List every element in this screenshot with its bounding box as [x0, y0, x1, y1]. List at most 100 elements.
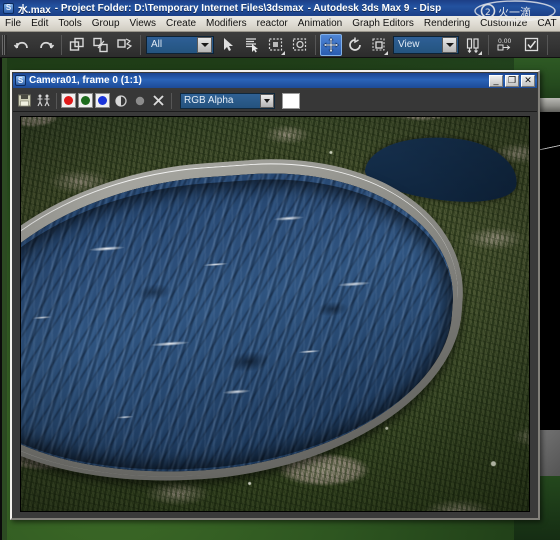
green-channel-icon — [81, 96, 90, 105]
enable-green-channel-button[interactable] — [78, 93, 93, 108]
menu-item-modifiers[interactable]: Modifiers — [201, 16, 252, 31]
menu-item-reactor[interactable]: reactor — [252, 16, 293, 31]
chevron-down-icon[interactable] — [442, 36, 457, 53]
monochrome-button[interactable] — [131, 92, 148, 109]
flyout-indicator-icon — [281, 50, 285, 55]
rendered-image-panel — [14, 114, 536, 516]
gray-circle-icon — [135, 96, 144, 105]
unlink-selection-button[interactable] — [90, 34, 112, 56]
enable-blue-channel-button[interactable] — [95, 93, 110, 108]
menu-item-graph-editors[interactable]: Graph Editors — [347, 16, 419, 31]
app-title-product: - Autodesk 3ds Max 9 — [307, 2, 410, 14]
rendered-frame-window-title-bar[interactable]: S Camera01, frame 0 (1:1) _ ❐ ✕ — [13, 73, 537, 88]
percent-snap-toggle-button[interactable]: 0.00 — [493, 34, 519, 56]
minimize-button[interactable]: _ — [489, 74, 503, 87]
select-and-scale-button[interactable] — [368, 34, 390, 56]
maximize-button[interactable]: ❐ — [505, 74, 519, 87]
rfw-separator-2 — [171, 92, 172, 109]
bind-to-space-warp-button[interactable] — [114, 34, 136, 56]
redo-arrow-icon — [40, 41, 55, 49]
coordinate-system-value: View — [398, 39, 420, 50]
menu-item-tools[interactable]: Tools — [53, 16, 86, 31]
rendered-frame-window[interactable]: S Camera01, frame 0 (1:1) _ ❐ ✕ RGB Alph… — [10, 70, 540, 520]
red-channel-icon — [64, 96, 73, 105]
rendered-image-frame[interactable] — [20, 116, 530, 512]
select-and-link-button[interactable] — [66, 34, 88, 56]
rendered-frame-window-toolbar: RGB Alpha — [13, 90, 537, 112]
coordinate-system-combo[interactable]: View — [393, 35, 459, 54]
toolbar-separator-2 — [140, 34, 141, 55]
select-object-button[interactable] — [217, 34, 239, 56]
menu-item-customize[interactable]: Customize — [475, 16, 532, 31]
menu-item-views[interactable]: Views — [125, 16, 162, 31]
channel-display-value: RGB Alpha — [184, 95, 234, 106]
menu-item-edit[interactable]: Edit — [26, 16, 53, 31]
rendered-image[interactable] — [21, 117, 529, 511]
select-by-name-icon — [246, 37, 258, 52]
toolbar-separator-3 — [315, 34, 316, 55]
save-bitmap-button[interactable] — [16, 92, 33, 109]
max-app-icon[interactable]: S — [3, 2, 14, 14]
menu-item-group[interactable]: Group — [87, 16, 125, 31]
select-by-name-button[interactable] — [241, 34, 263, 56]
rotate-gizmo-icon — [349, 37, 361, 51]
snap-value-label: 0.00 — [498, 38, 512, 45]
close-button[interactable]: ✕ — [521, 74, 535, 87]
rectangular-select-region-button[interactable] — [265, 34, 287, 56]
menu-item-file[interactable]: File — [0, 16, 26, 31]
clone-rendered-frame-window-button[interactable] — [35, 92, 52, 109]
window-crossing-button[interactable] — [289, 34, 311, 56]
percent-snap-icon: 0.00 — [497, 38, 512, 50]
menu-item-cat[interactable]: CAT — [532, 16, 560, 31]
display-alpha-channel-button[interactable] — [112, 92, 129, 109]
half-circle-icon — [114, 94, 127, 107]
redo-button[interactable] — [35, 34, 57, 56]
undo-button[interactable] — [11, 34, 33, 56]
viewport-area: S Camera01, frame 0 (1:1) _ ❐ ✕ RGB Alph… — [0, 58, 560, 540]
floppy-disk-icon — [18, 94, 31, 107]
menu-item-rendering[interactable]: Rendering — [419, 16, 475, 31]
pool-water-surface — [21, 159, 463, 489]
clone-window-icon — [37, 94, 50, 107]
pool-group — [21, 117, 529, 511]
rendered-frame-window-title: Camera01, frame 0 (1:1) — [29, 75, 142, 86]
undo-arrow-icon — [13, 41, 28, 49]
space-warp-icon — [117, 37, 133, 49]
render-window-icon: S — [15, 75, 26, 86]
window-control-buttons: _ ❐ ✕ — [489, 74, 537, 87]
toolbar-separator-5 — [547, 34, 548, 55]
pixel-color-swatch[interactable] — [282, 92, 300, 109]
blue-channel-icon — [98, 96, 107, 105]
clear-button[interactable] — [150, 92, 167, 109]
app-title-project-folder: - Project Folder: D:\Temporary Internet … — [54, 2, 304, 14]
window-crossing-icon — [292, 37, 307, 51]
move-gizmo-icon — [323, 36, 339, 53]
app-title-display-trailing: - Disp — [413, 2, 442, 14]
app-title-bar: S 水.max - Project Folder: D:\Temporary I… — [0, 0, 560, 16]
link-icon — [69, 37, 84, 51]
chevron-down-icon[interactable] — [197, 36, 212, 53]
use-pivot-point-center-button[interactable] — [462, 34, 484, 56]
unlink-icon — [93, 37, 108, 52]
selection-filter-combo[interactable]: All — [146, 35, 214, 54]
menu-bar: File Edit Tools Group Views Create Modif… — [0, 16, 560, 32]
app-title-filename: 水.max — [18, 4, 51, 16]
menu-item-create[interactable]: Create — [161, 16, 201, 31]
main-toolbar: All View 0.00 — [0, 32, 560, 58]
named-sets-icon — [524, 37, 539, 51]
toolbar-grip[interactable] — [2, 34, 7, 55]
channel-display-combo[interactable]: RGB Alpha — [180, 92, 275, 109]
viewport-left-edge — [0, 58, 7, 540]
toolbar-separator-1 — [61, 34, 62, 55]
menu-item-animation[interactable]: Animation — [293, 16, 347, 31]
flyout-indicator-icon — [478, 50, 482, 55]
select-and-rotate-button[interactable] — [344, 34, 366, 56]
arrow-cursor-icon — [224, 37, 233, 51]
toolbar-separator-4 — [488, 34, 489, 55]
enable-red-channel-button[interactable] — [61, 93, 76, 108]
selection-filter-value: All — [151, 39, 163, 50]
chevron-down-icon[interactable] — [260, 93, 274, 108]
named-selection-sets-button[interactable] — [521, 34, 543, 56]
select-and-move-button[interactable] — [320, 33, 342, 56]
x-cross-icon — [153, 95, 164, 106]
